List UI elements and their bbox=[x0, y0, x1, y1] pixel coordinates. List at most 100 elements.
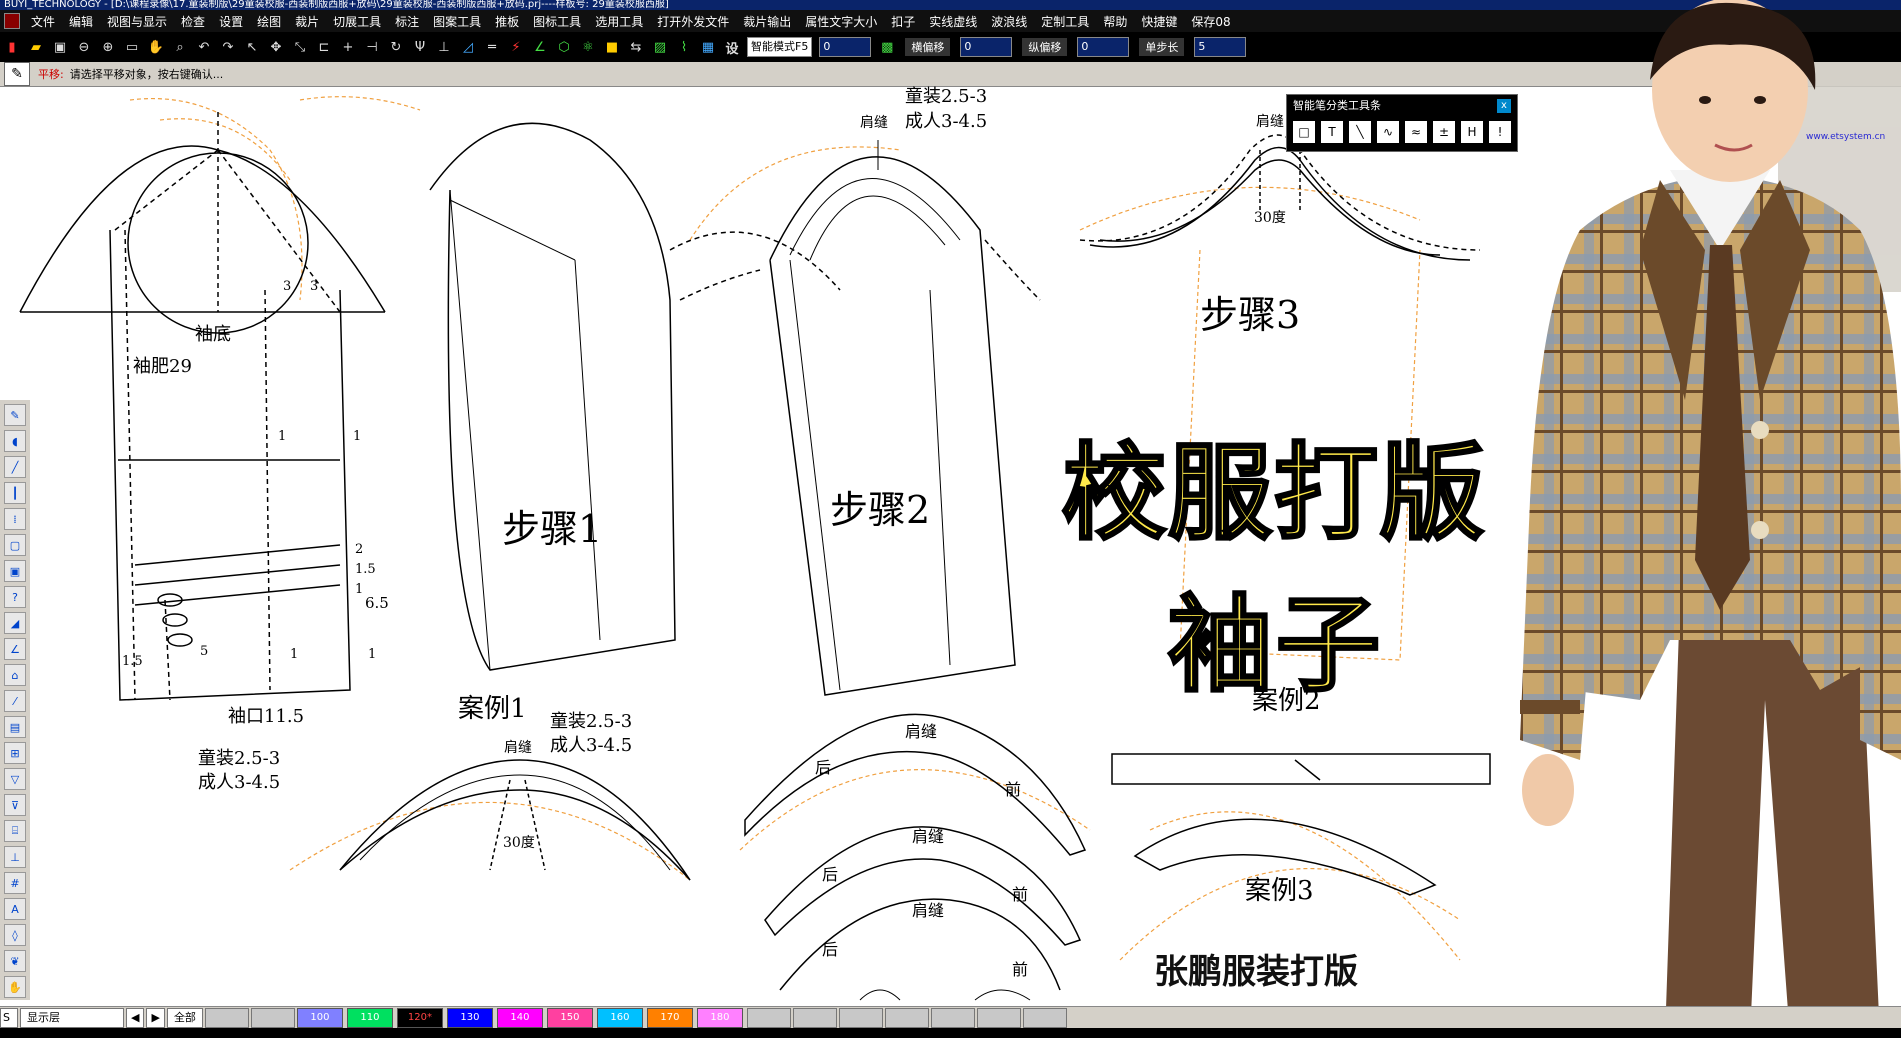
zoom-window-icon[interactable]: ⌕ bbox=[170, 37, 190, 57]
cross-icon[interactable]: + bbox=[338, 37, 358, 57]
rotate-icon[interactable]: ↻ bbox=[386, 37, 406, 57]
size-150-chip[interactable]: 150 bbox=[546, 1008, 593, 1028]
tool-square-icon[interactable]: ▣ bbox=[4, 560, 26, 582]
menu-pieces[interactable]: 裁片 bbox=[288, 13, 326, 30]
menu-icon-tools[interactable]: 图标工具 bbox=[526, 13, 588, 30]
tool-g-icon[interactable]: ═ bbox=[482, 37, 502, 57]
menu-text-size[interactable]: 属性文字大小 bbox=[798, 13, 884, 30]
tool-a-icon[interactable]: ⤡ bbox=[290, 37, 310, 57]
fp-t-icon[interactable]: T bbox=[1321, 121, 1343, 143]
tool-vertical-icon[interactable]: ┃ bbox=[4, 482, 26, 504]
tool-fill-icon[interactable]: ◢ bbox=[4, 612, 26, 634]
tool-i-icon[interactable]: ∠ bbox=[530, 37, 550, 57]
tool-house-icon[interactable]: ⌂ bbox=[4, 664, 26, 686]
menu-edit[interactable]: 编辑 bbox=[62, 13, 100, 30]
layer-next-button[interactable]: ▶ bbox=[146, 1008, 165, 1028]
tool-steps-icon[interactable]: ⌸ bbox=[4, 820, 26, 842]
tool-hash-icon[interactable]: # bbox=[4, 872, 26, 894]
tool-help-icon[interactable]: ? bbox=[4, 586, 26, 608]
tool-f-icon[interactable]: ◿ bbox=[458, 37, 478, 57]
tool-drop-icon[interactable]: ◊ bbox=[4, 924, 26, 946]
menu-open-external[interactable]: 打开外发文件 bbox=[650, 13, 736, 30]
fp-plusminus-icon[interactable]: ± bbox=[1433, 121, 1455, 143]
fp-h-icon[interactable]: H bbox=[1461, 121, 1483, 143]
fp-wave-icon[interactable]: ≈ bbox=[1405, 121, 1427, 143]
zoom-in-icon[interactable]: ⊕ bbox=[98, 37, 118, 57]
tool-b-icon[interactable]: ⊏ bbox=[314, 37, 334, 57]
undo-icon[interactable]: ↶ bbox=[194, 37, 214, 57]
layer-blank-5[interactable] bbox=[838, 1008, 883, 1028]
size-120-chip[interactable]: 120* bbox=[396, 1008, 443, 1028]
tool-rect-icon[interactable]: ▢ bbox=[4, 534, 26, 556]
layer-display-label[interactable]: 显示层 bbox=[20, 1008, 124, 1028]
menu-file[interactable]: 文件 bbox=[24, 13, 62, 30]
color-icon[interactable]: ■ bbox=[602, 37, 622, 57]
layer-blank-7[interactable] bbox=[930, 1008, 975, 1028]
menu-line-style[interactable]: 实线虚线 bbox=[922, 13, 984, 30]
tool-angle-icon[interactable]: ∠ bbox=[4, 638, 26, 660]
layer-prev-button[interactable]: ◀ bbox=[126, 1008, 145, 1028]
layer-blank-6[interactable] bbox=[884, 1008, 929, 1028]
size-110-chip[interactable]: 110 bbox=[346, 1008, 393, 1028]
zoom-out-icon[interactable]: ⊖ bbox=[74, 37, 94, 57]
size-180-chip[interactable]: 180 bbox=[696, 1008, 743, 1028]
fit-view-icon[interactable]: ▭ bbox=[122, 37, 142, 57]
menu-view[interactable]: 视图与显示 bbox=[100, 13, 174, 30]
tool-curve-icon[interactable]: ◖ bbox=[4, 430, 26, 452]
layer-blank-9[interactable] bbox=[1022, 1008, 1067, 1028]
tool-n-icon[interactable]: ⌇ bbox=[674, 37, 694, 57]
size-100-chip[interactable]: 100 bbox=[296, 1008, 343, 1028]
menu-shortcuts[interactable]: 快捷键 bbox=[1134, 13, 1184, 30]
layer-blank-8[interactable] bbox=[976, 1008, 1021, 1028]
menu-annotate[interactable]: 标注 bbox=[388, 13, 426, 30]
tool-p-icon[interactable]: ▩ bbox=[877, 37, 897, 57]
tool-h-icon[interactable]: ⚡ bbox=[506, 37, 526, 57]
tool-dots-icon[interactable]: ⁞ bbox=[4, 508, 26, 530]
menu-check[interactable]: 检查 bbox=[174, 13, 212, 30]
layer-blank-4[interactable] bbox=[792, 1008, 837, 1028]
fp-line-icon[interactable]: ╲ bbox=[1349, 121, 1371, 143]
menu-custom-tools[interactable]: 定制工具 bbox=[1034, 13, 1096, 30]
tool-filter-icon[interactable]: ▽ bbox=[4, 768, 26, 790]
tool-text-icon[interactable]: A bbox=[4, 898, 26, 920]
size-170-chip[interactable]: 170 bbox=[646, 1008, 693, 1028]
open-file-icon[interactable]: ▰ bbox=[26, 37, 46, 57]
pan-hand-icon[interactable]: ✋ bbox=[146, 37, 166, 57]
tool-e-icon[interactable]: ⊥ bbox=[434, 37, 454, 57]
new-file-icon[interactable]: ▮ bbox=[2, 37, 22, 57]
tool-d-icon[interactable]: Ψ bbox=[410, 37, 430, 57]
tool-m-icon[interactable]: ▨ bbox=[650, 37, 670, 57]
tool-grid-icon[interactable]: ⊞ bbox=[4, 742, 26, 764]
tool-slash-icon[interactable]: ⁄ bbox=[4, 690, 26, 712]
tool-ruler-icon[interactable]: ⊥ bbox=[4, 846, 26, 868]
tool-leaf-icon[interactable]: ❦ bbox=[4, 950, 26, 972]
size-160-chip[interactable]: 160 bbox=[596, 1008, 643, 1028]
menu-grading[interactable]: 推板 bbox=[488, 13, 526, 30]
size-140-chip[interactable]: 140 bbox=[496, 1008, 543, 1028]
tool-l-icon[interactable]: ⇆ bbox=[626, 37, 646, 57]
tool-k-icon[interactable]: ⚛ bbox=[578, 37, 598, 57]
size-130-chip[interactable]: 130 bbox=[446, 1008, 493, 1028]
fp-rect-icon[interactable]: □ bbox=[1293, 121, 1315, 143]
layer-all-button[interactable]: 全部 bbox=[166, 1008, 203, 1028]
layer-blank-3[interactable] bbox=[746, 1008, 791, 1028]
mode-select[interactable]: 智能模式F5 bbox=[747, 37, 813, 57]
v-offset-field[interactable]: 0 bbox=[1077, 37, 1130, 57]
app-icon[interactable] bbox=[4, 13, 20, 29]
move-icon[interactable]: ✥ bbox=[266, 37, 286, 57]
layer-blank-2[interactable] bbox=[250, 1008, 295, 1028]
menu-piece-output[interactable]: 裁片输出 bbox=[736, 13, 798, 30]
tool-o-icon[interactable]: ▦ bbox=[698, 37, 718, 57]
tool-hand-icon[interactable]: ✋ bbox=[4, 976, 26, 998]
menu-pattern-tools[interactable]: 图案工具 bbox=[426, 13, 488, 30]
menu-wave-line[interactable]: 波浪线 bbox=[984, 13, 1034, 30]
menu-save08[interactable]: 保存08 bbox=[1184, 13, 1237, 30]
menu-draw[interactable]: 绘图 bbox=[250, 13, 288, 30]
pen-tool-icon[interactable]: ✎ bbox=[4, 62, 30, 86]
tool-pen-icon[interactable]: ✎ bbox=[4, 404, 26, 426]
tool-c-icon[interactable]: ⊣ bbox=[362, 37, 382, 57]
tool-line-icon[interactable]: ╱ bbox=[4, 456, 26, 478]
redo-icon[interactable]: ↷ bbox=[218, 37, 238, 57]
settings-label[interactable]: 设 bbox=[722, 37, 742, 57]
tool-j-icon[interactable]: ⬡ bbox=[554, 37, 574, 57]
